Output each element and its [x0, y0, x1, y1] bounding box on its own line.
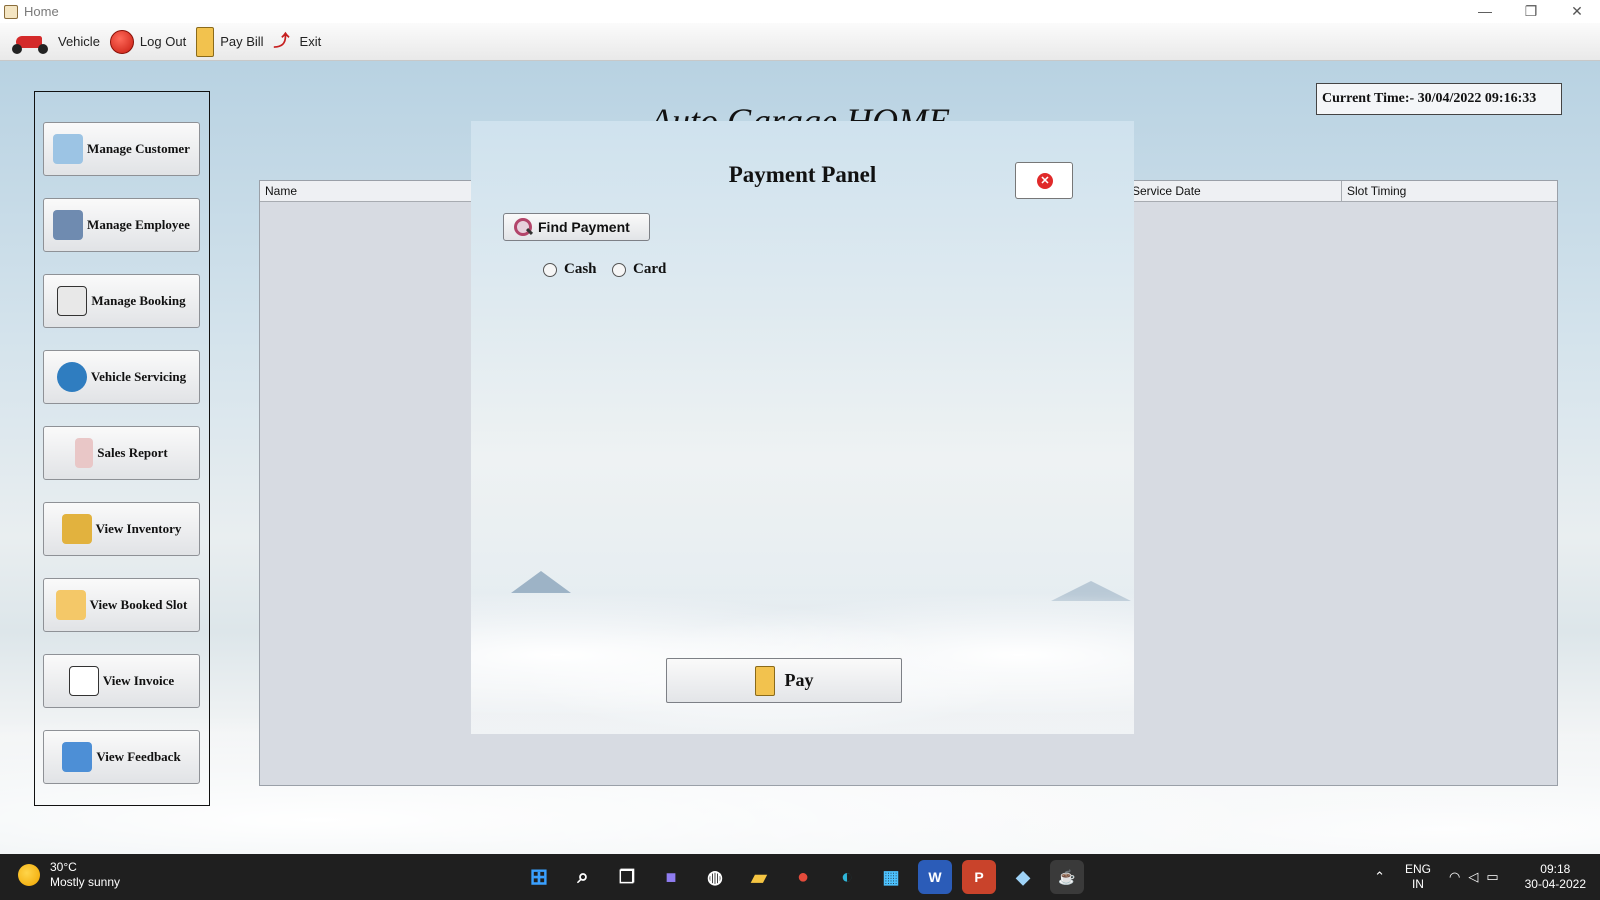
radio-label: Cash [564, 261, 597, 277]
sidebar-item-sales-report[interactable]: Sales Report [43, 426, 200, 480]
pay-label: Pay [784, 670, 814, 690]
taskbar-apps: ⊞ ⌕ ❐ ■ ◍ ▰ ● ◐ ▦ W P ◆ ☕ [522, 860, 1094, 894]
sidebar-item-view-inventory[interactable]: View Inventory [43, 502, 200, 556]
chevron-up-icon[interactable]: ⌃ [1374, 869, 1385, 885]
chrome-icon[interactable]: ● [786, 860, 820, 894]
scooter-icon [10, 28, 52, 56]
minimize-button[interactable]: — [1462, 0, 1508, 23]
mountain-decoration [511, 571, 571, 593]
calendar-icon [55, 590, 86, 620]
report-icon [75, 438, 94, 468]
weather-condition: Mostly sunny [50, 875, 121, 889]
weather-temp: 30°C [50, 860, 77, 874]
weather-text: 30°C Mostly sunny [50, 860, 120, 890]
column-header-name[interactable]: Name [260, 181, 480, 202]
sidebar-item-label: View Inventory [95, 521, 182, 536]
sidebar-item-label: View Feedback [96, 749, 181, 764]
booking-icon [57, 286, 88, 316]
maximize-button[interactable]: ❐ [1508, 0, 1554, 23]
close-dialog-button[interactable]: ✕ [1015, 162, 1073, 199]
task-view-icon[interactable]: ❐ [610, 860, 644, 894]
java-app-icon [4, 4, 18, 19]
search-icon [514, 218, 532, 236]
toolbar-label: Pay Bill [220, 34, 264, 49]
powerpoint-icon[interactable]: P [962, 860, 996, 894]
inventory-icon [61, 514, 92, 544]
weather-widget[interactable]: 30°C Mostly sunny [18, 860, 120, 890]
toolbar: Vehicle Log Out Pay Bill ⤴ Exit [0, 23, 1600, 61]
gear-wrench-icon [56, 362, 87, 392]
toolbar-vehicle-button[interactable]: Vehicle [10, 28, 100, 56]
folder-icon[interactable]: ▰ [742, 860, 776, 894]
bill-icon [196, 26, 215, 57]
toolbar-exit-button[interactable]: ⤴ Exit [274, 32, 322, 52]
sidebar-item-label: View Booked Slot [89, 597, 188, 612]
language-line1: ENG [1404, 862, 1431, 876]
sidebar-item-label: Manage Booking [91, 293, 186, 308]
card-radio[interactable]: Card [612, 261, 666, 278]
current-time-display: Current Time:- 30/04/2022 09:16:33 [1316, 83, 1562, 115]
column-header-slot-timing[interactable]: Slot Timing [1342, 181, 1558, 202]
store-icon[interactable]: ▦ [874, 860, 908, 894]
sidebar-item-manage-customer[interactable]: Manage Customer [43, 122, 200, 176]
exit-icon: ⤴ [273, 32, 290, 50]
toolbar-logout-button[interactable]: Log Out [109, 29, 187, 54]
java-icon[interactable]: ☕ [1050, 860, 1084, 894]
toolbar-label: Log Out [139, 34, 187, 49]
window-controls: — ❐ ✕ [1462, 0, 1600, 23]
taskbar-date: 30-04-2022 [1524, 877, 1586, 891]
clock-widget[interactable]: 09:18 30-04-2022 [1525, 862, 1586, 892]
chat-icon[interactable]: ■ [654, 860, 688, 894]
sidebar-item-view-invoice[interactable]: View Invoice [43, 654, 200, 708]
sidebar-item-view-feedback[interactable]: View Feedback [43, 730, 200, 784]
sidebar-item-vehicle-servicing[interactable]: Vehicle Servicing [43, 350, 200, 404]
pay-button[interactable]: Pay [666, 658, 902, 703]
sidebar: Manage Customer Manage Employee Manage B… [34, 91, 210, 806]
radio-circle [612, 262, 626, 277]
sidebar-item-label: Manage Customer [87, 141, 190, 156]
sidebar-item-label: Vehicle Servicing [90, 369, 187, 384]
edge-icon[interactable]: ◐ [830, 860, 864, 894]
sidebar-item-label: Sales Report [97, 445, 168, 460]
window-title: Home [24, 4, 59, 19]
sidebar-item-label: Manage Employee [87, 217, 190, 232]
find-payment-button[interactable]: Find Payment [503, 213, 650, 241]
toolbar-pay-bill-button[interactable]: Pay Bill [196, 26, 264, 57]
cube-icon[interactable]: ◆ [1006, 860, 1040, 894]
customer-icon [53, 134, 84, 164]
language-line2: IN [1411, 877, 1424, 891]
sidebar-item-manage-employee[interactable]: Manage Employee [43, 198, 200, 252]
widgets-icon[interactable]: ◍ [698, 860, 732, 894]
radio-label: Card [633, 261, 667, 277]
toolbar-label: Vehicle [58, 34, 100, 49]
search-icon[interactable]: ⌕ [566, 860, 600, 894]
title-bar: Home — ❐ ✕ [0, 0, 1600, 23]
payment-dialog: Payment Panel ✕ Find Payment Cash Card P… [471, 121, 1134, 734]
find-payment-label: Find Payment [538, 219, 630, 235]
sidebar-item-manage-booking[interactable]: Manage Booking [43, 274, 200, 328]
bill-icon [754, 665, 775, 696]
cash-radio[interactable]: Cash [543, 261, 597, 278]
close-icon: ✕ [1037, 173, 1053, 189]
employee-icon [53, 210, 84, 240]
system-tray: ⌃ ENG IN ◠◁▭ 09:18 30-04-2022 [1374, 854, 1600, 900]
column-header-service-date[interactable]: Service Date [1127, 181, 1342, 202]
feedback-icon [62, 742, 93, 772]
language-indicator[interactable]: ENG IN [1405, 862, 1431, 892]
close-window-button[interactable]: ✕ [1554, 0, 1600, 23]
sidebar-item-label: View Invoice [102, 673, 175, 688]
toolbar-label: Exit [299, 34, 322, 49]
word-icon[interactable]: W [918, 860, 952, 894]
start-icon[interactable]: ⊞ [522, 860, 556, 894]
invoice-icon [68, 666, 99, 696]
logout-icon [109, 29, 134, 54]
sun-icon [18, 864, 40, 886]
taskbar: 30°C Mostly sunny ⊞ ⌕ ❐ ■ ◍ ▰ ● ◐ ▦ W P … [0, 854, 1600, 900]
wifi-volume-battery-icons[interactable]: ◠◁▭ [1449, 869, 1507, 885]
sidebar-item-view-booked-slot[interactable]: View Booked Slot [43, 578, 200, 632]
radio-circle [543, 262, 557, 277]
taskbar-time: 09:18 [1540, 862, 1571, 876]
